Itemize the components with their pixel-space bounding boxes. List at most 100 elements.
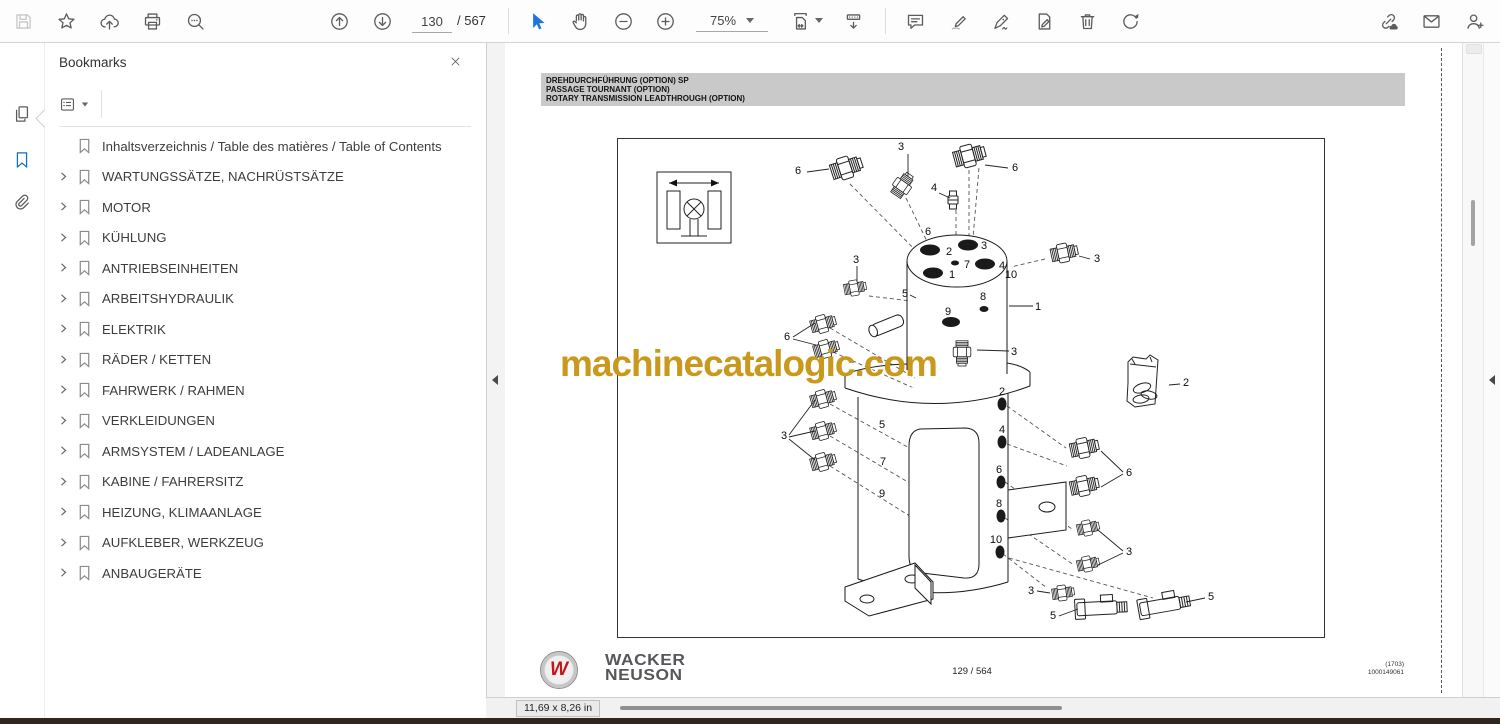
bookmark-item[interactable]: ARBEITSHYDRAULIK	[44, 284, 486, 315]
bookmark-item[interactable]: ANTRIEBSEINHEITEN	[44, 253, 486, 284]
save-icon	[15, 13, 31, 29]
chevron-right-icon[interactable]	[57, 414, 77, 428]
page-number-input[interactable]	[412, 10, 452, 33]
wacker-neuson-logo: W	[540, 651, 578, 689]
star-button[interactable]	[52, 7, 80, 35]
chevron-right-icon[interactable]	[57, 292, 77, 306]
bookmark-item-label[interactable]: KÜHLUNG	[102, 230, 166, 245]
diagram-callout: 9	[879, 488, 885, 500]
bookmark-item-label[interactable]: RÄDER / KETTEN	[102, 352, 211, 367]
right-panel-strip[interactable]	[1483, 42, 1500, 697]
chevron-right-icon[interactable]	[57, 261, 77, 275]
highlight-button[interactable]	[944, 7, 972, 35]
bookmark-item[interactable]: AUFKLEBER, WERKZEUG	[44, 528, 486, 559]
bookmark-item[interactable]: KÜHLUNG	[44, 223, 486, 254]
fit-width-icon	[793, 12, 807, 30]
bookmark-item[interactable]: VERKLEIDUNGEN	[44, 406, 486, 437]
bookmark-item-label[interactable]: ARBEITSHYDRAULIK	[102, 291, 234, 306]
chevron-right-icon[interactable]	[57, 475, 77, 489]
bookmarks-panel-button[interactable]	[12, 150, 32, 170]
email-button[interactable]	[1417, 7, 1445, 35]
diagram-callout: 3	[853, 254, 859, 266]
chevron-right-icon[interactable]	[57, 322, 77, 336]
zoom-out-icon	[614, 12, 632, 30]
link-icon	[1381, 13, 1398, 30]
bookmark-flag-icon	[77, 565, 93, 582]
upload-cloud-button[interactable]	[95, 7, 123, 35]
collapse-panel-strip[interactable]	[486, 42, 505, 697]
share-link-button[interactable]	[1374, 7, 1402, 35]
bookmark-item[interactable]: ANBAUGERÄTE	[44, 558, 486, 589]
bookmark-item-label[interactable]: ANTRIEBSEINHEITEN	[102, 261, 238, 276]
bookmark-options-button[interactable]	[58, 92, 92, 116]
collapse-right-arrow-icon[interactable]	[1489, 375, 1495, 385]
chevron-right-icon[interactable]	[57, 444, 77, 458]
close-panel-button[interactable]	[448, 54, 466, 72]
signature-button[interactable]	[987, 7, 1015, 35]
save-button[interactable]	[9, 7, 37, 35]
bookmark-flag-icon	[77, 504, 93, 521]
page-down-icon	[373, 12, 391, 30]
vertical-scrollbar[interactable]	[1462, 42, 1484, 697]
close-icon	[451, 57, 460, 66]
comment-icon	[907, 14, 923, 29]
previous-page-button[interactable]	[325, 7, 353, 35]
rotate-button[interactable]	[1116, 7, 1144, 35]
bookmark-item[interactable]: MOTOR	[44, 192, 486, 223]
vertical-scrollbar-thumb[interactable]	[1471, 200, 1475, 246]
search-button[interactable]	[181, 7, 209, 35]
bookmark-icon	[16, 152, 28, 168]
page-thumbnails-button[interactable]	[12, 104, 32, 124]
bookmark-item[interactable]: WARTUNGSSÄTZE, NACHRÜSTSÄTZE	[44, 162, 486, 193]
bookmark-item-label[interactable]: KABINE / FAHRERSITZ	[102, 474, 243, 489]
chevron-right-icon[interactable]	[57, 353, 77, 367]
chevron-right-icon[interactable]	[57, 383, 77, 397]
toolbar-divider	[508, 8, 509, 34]
diagram-callout: 2	[1183, 377, 1189, 389]
chevron-right-icon[interactable]	[57, 536, 77, 550]
scroll-mode-button[interactable]	[839, 7, 867, 35]
collapse-left-arrow-icon[interactable]	[492, 375, 498, 385]
fit-page-button[interactable]	[786, 7, 823, 35]
chevron-right-icon[interactable]	[57, 566, 77, 580]
bookmark-item[interactable]: ARMSYSTEM / LADEANLAGE	[44, 436, 486, 467]
chevron-right-icon[interactable]	[57, 505, 77, 519]
bookmark-item-label[interactable]: ELEKTRIK	[102, 322, 166, 337]
bookmark-item-label[interactable]: MOTOR	[102, 200, 151, 215]
bookmark-item-label[interactable]: HEIZUNG, KLIMAANLAGE	[102, 505, 262, 520]
zoom-in-button[interactable]	[651, 7, 679, 35]
hand-tool-button[interactable]	[566, 7, 594, 35]
horizontal-scrollbar-thumb[interactable]	[620, 706, 1062, 710]
bookmark-item-label[interactable]: FAHRWERK / RAHMEN	[102, 383, 245, 398]
document-reference: (1703) 1000149061	[1324, 661, 1404, 677]
bookmark-item-label[interactable]: Inhaltsverzeichnis / Table des matières …	[102, 139, 442, 154]
bookmark-item[interactable]: KABINE / FAHRERSITZ	[44, 467, 486, 498]
bookmark-item-label[interactable]: ARMSYSTEM / LADEANLAGE	[102, 444, 284, 459]
diagram-callout: 1	[949, 269, 955, 281]
bookmark-item[interactable]: ELEKTRIK	[44, 314, 486, 345]
bookmark-item[interactable]: RÄDER / KETTEN	[44, 345, 486, 376]
next-page-button[interactable]	[368, 7, 396, 35]
diagram-callout: 1	[1035, 301, 1041, 313]
bookmark-item-label[interactable]: VERKLEIDUNGEN	[102, 413, 215, 428]
chevron-right-icon[interactable]	[57, 231, 77, 245]
attachments-button[interactable]	[12, 193, 32, 213]
scrollbar-top-button[interactable]	[1466, 44, 1482, 54]
print-button[interactable]	[138, 7, 166, 35]
zoom-level-dropdown[interactable]: 75%	[696, 9, 768, 32]
bookmark-item-label[interactable]: WARTUNGSSÄTZE, NACHRÜSTSÄTZE	[102, 169, 344, 184]
share-people-button[interactable]	[1460, 7, 1488, 35]
bookmark-item[interactable]: Inhaltsverzeichnis / Table des matières …	[44, 131, 486, 162]
bookmark-item-label[interactable]: AUFKLEBER, WERKZEUG	[102, 535, 264, 550]
bookmark-item[interactable]: FAHRWERK / RAHMEN	[44, 375, 486, 406]
fill-sign-button[interactable]	[1030, 7, 1058, 35]
comment-button[interactable]	[901, 7, 929, 35]
delete-button[interactable]	[1073, 7, 1101, 35]
select-tool-button[interactable]	[523, 7, 551, 35]
chevron-right-icon[interactable]	[57, 170, 77, 184]
bookmark-item[interactable]: HEIZUNG, KLIMAANLAGE	[44, 497, 486, 528]
bookmark-item-label[interactable]: ANBAUGERÄTE	[102, 566, 202, 581]
chevron-right-icon[interactable]	[57, 200, 77, 214]
zoom-out-button[interactable]	[609, 7, 637, 35]
chevron-right-icon[interactable]	[57, 139, 77, 153]
